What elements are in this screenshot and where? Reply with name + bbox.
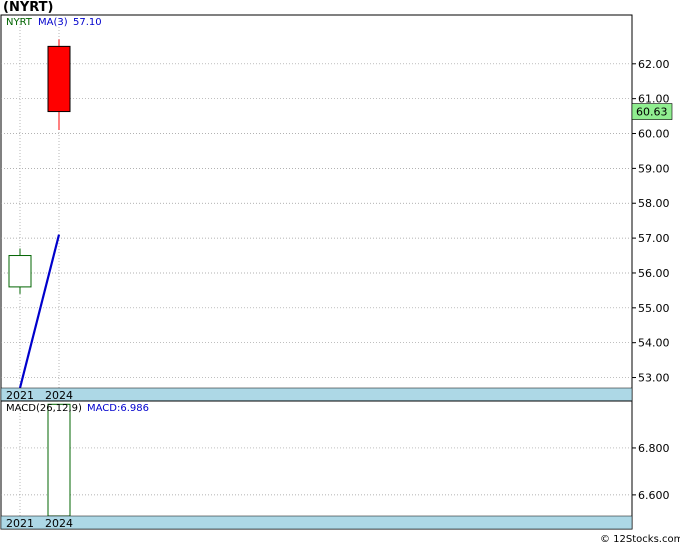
price-tick-label: 53.00	[638, 372, 670, 385]
macd-panel: 2021 2024 6.600 6.800 MACD(26,12,9) MACD:6…	[0, 400, 670, 530]
price-tick-label: 54.00	[638, 337, 670, 350]
price-panel: 2021 2024 53.00 54.00 55.00 56.00 57.00 58.00 5…	[0, 14, 673, 402]
candle-body	[8, 255, 32, 288]
site-credit: © 12Stocks.com	[600, 534, 680, 545]
price-tick-label: 58.00	[638, 197, 670, 210]
price-x-label: 2024	[45, 389, 73, 402]
last-price-marker: 60.63	[631, 103, 673, 120]
macd-legend-label: MACD(26,12,9)	[6, 403, 82, 414]
macd-date-band	[0, 515, 633, 530]
price-legend-ma-label: MA(3)	[38, 17, 68, 28]
macd-bar	[47, 403, 71, 517]
price-tick-label: 56.00	[638, 267, 670, 280]
price-tick-label: 62.00	[638, 58, 670, 71]
candle-body	[47, 45, 71, 113]
price-panel-frame	[0, 14, 633, 402]
macd-legend-value: MACD:6.986	[87, 403, 149, 414]
price-tick-label: 60.00	[638, 128, 670, 141]
price-date-band	[0, 387, 633, 402]
macd-x-label: 2021	[6, 517, 34, 530]
macd-x-label: 2024	[45, 517, 73, 530]
stock-chart: (NYRT) 2021 2024 53.00 54.00 55.00 56.00 57.0…	[0, 0, 680, 545]
price-legend-symbol: NYRT	[6, 17, 33, 28]
macd-tick-label: 6.800	[638, 442, 670, 455]
price-legend-ma-value: 57.10	[73, 17, 102, 28]
macd-panel-frame	[0, 400, 633, 530]
price-tick-label: 55.00	[638, 302, 670, 315]
price-tick-label: 57.00	[638, 232, 670, 245]
chart-title: (NYRT)	[3, 0, 53, 15]
last-price-label: 60.63	[636, 106, 668, 119]
price-tick-label: 59.00	[638, 162, 670, 175]
macd-tick-label: 6.600	[638, 489, 670, 502]
price-x-label: 2021	[6, 389, 34, 402]
